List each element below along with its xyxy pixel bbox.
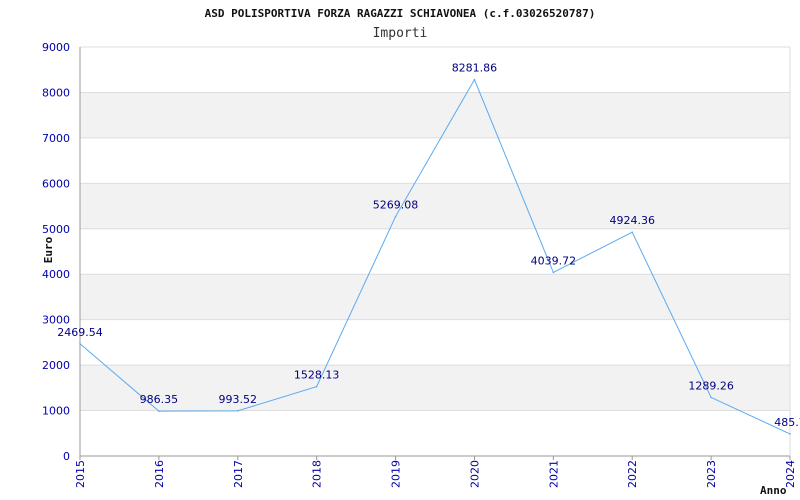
data-label: 5269.08 [373,199,419,212]
grid-band [80,365,790,411]
data-point [158,410,160,412]
x-axis-label: Anno [760,484,787,497]
y-tick-label: 1000 [42,405,70,418]
x-tick-label: 2015 [74,460,87,488]
data-point [552,271,555,274]
data-label: 1528.13 [294,369,340,382]
x-tick-labels: 2015 2016 2017 2018 2019 2020 2021 2022 2023 2024 [74,460,797,488]
data-point [710,396,712,399]
y-tick-label: 9000 [42,41,70,54]
data-point [315,385,318,388]
chart-subtitle: Importi [373,26,428,41]
x-tick-label: 2018 [311,460,324,488]
y-tick-label: 2000 [42,359,70,372]
grid-band [80,274,790,320]
data-label: 8281.86 [452,62,498,75]
y-axis-label: Euro [42,236,55,263]
data-label: 485.7 [774,416,800,429]
data-point [236,410,239,412]
y-tick-label: 4000 [42,268,70,281]
y-tick-label: 3000 [42,314,70,327]
data-point [79,342,81,345]
y-tick-label: 8000 [42,86,70,99]
grid-band [80,92,790,138]
data-label: 4924.36 [609,214,655,227]
y-tick-label: 6000 [42,177,70,190]
grid-bands [80,92,790,411]
data-label: 986.35 [140,393,179,406]
y-tick-label: 7000 [42,132,70,145]
x-tick-label: 2019 [390,460,403,488]
data-point [473,78,476,81]
x-tick-label: 2016 [153,460,166,488]
data-label: 4039.72 [531,254,577,267]
data-point [394,215,397,218]
line-chart: 0 1000 2000 3000 4000 5000 6000 7000 8000 9000 20… [42,7,800,497]
data-label: 2469.54 [57,326,103,339]
data-point [789,433,791,435]
data-label: 993.52 [219,393,258,406]
x-tick-label: 2023 [705,460,718,488]
chart-title: ASD POLISPORTIVA FORZA RAGAZZI SCHIAVONE… [205,7,596,20]
x-tick-label: 2017 [232,460,245,488]
data-label: 1289.26 [688,379,734,392]
y-tick-label: 5000 [42,223,70,236]
x-tick-label: 2020 [468,460,481,488]
grid-band [80,183,790,229]
x-tick-label: 2021 [547,460,560,488]
y-tick-label: 0 [63,450,70,463]
x-tick-label: 2022 [626,460,639,488]
data-point [631,231,634,234]
